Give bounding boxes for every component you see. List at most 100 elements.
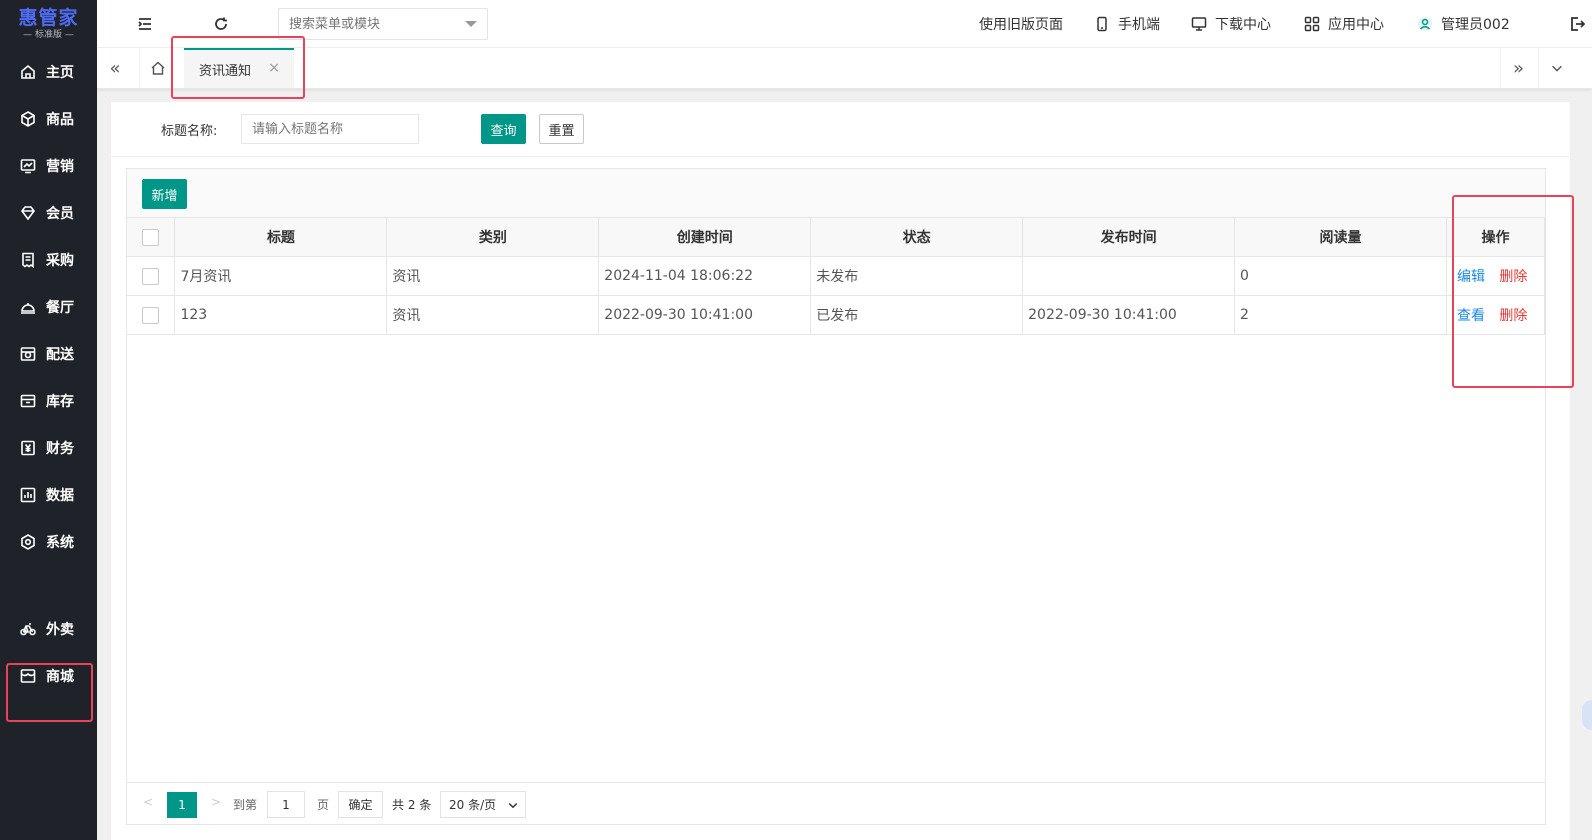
cell-title: 7月资讯 — [174, 256, 388, 296]
tab-news-notice[interactable]: 资讯通知 × — [184, 48, 294, 88]
refresh-icon[interactable] — [211, 14, 231, 34]
delete-link[interactable]: 删除 — [1499, 269, 1527, 285]
filter-bar: 标题名称: 查询 重置 — [111, 102, 1570, 157]
user-avatar-icon — [1418, 17, 1432, 31]
floating-assistant-handle[interactable] — [1582, 700, 1592, 730]
tab-label: 资讯通知 — [199, 63, 252, 79]
column-header: 创建时间 — [598, 217, 812, 257]
tab-scroll-right-button[interactable]: » — [1500, 48, 1536, 88]
box-icon — [21, 111, 35, 127]
add-button[interactable]: 新增 — [142, 179, 187, 209]
reset-button[interactable]: 重置 — [539, 114, 584, 144]
logo-brand: 惠管家 — [18, 7, 79, 29]
settings-icon — [21, 534, 35, 550]
table-row: 7月资讯 资讯 2024-11-04 18:06:22 未发布 0 编辑 删除 — [127, 256, 1546, 296]
sidebar-item-finance[interactable]: 财务 — [0, 428, 97, 468]
sidebar-item-label: 商品 — [46, 112, 74, 128]
mobile-icon — [1097, 16, 1107, 32]
goto-label: 到第 — [233, 798, 258, 812]
archive-icon — [20, 394, 36, 408]
column-header: 标题 — [174, 217, 388, 257]
user-name: 管理员002 — [1441, 17, 1510, 33]
row-select-cell — [127, 256, 176, 296]
cell-title: 123 — [174, 295, 388, 335]
table-row: 123 资讯 2022-09-30 10:41:00 已发布 2022-09-3… — [127, 295, 1546, 335]
bar-chart-icon — [20, 487, 36, 503]
page-1-button[interactable]: 1 — [167, 792, 197, 818]
sidebar-item-delivery[interactable]: 配送 — [0, 334, 97, 374]
mobile-label: 手机端 — [1118, 17, 1160, 33]
sidebar-item-label: 采购 — [46, 253, 74, 269]
cell-created: 2022-09-30 10:41:00 — [598, 295, 812, 335]
table-header-row: 标题 类别 创建时间 状态 发布时间 阅读量 操作 — [127, 217, 1546, 257]
sidebar-item-label: 外卖 — [46, 622, 74, 638]
bike-icon — [20, 623, 36, 636]
sidebar: 惠管家 — 标准版 — 主页 商品 营销 会员 采购 餐厅 配送 库存 财务 数… — [0, 0, 97, 840]
monitor-icon — [1191, 17, 1207, 31]
news-table: 标题 类别 创建时间 状态 发布时间 阅读量 操作 7月资讯 资讯 2024-1… — [127, 217, 1546, 335]
app-center-label: 应用中心 — [1328, 17, 1384, 33]
home-tab[interactable] — [139, 48, 175, 88]
row-checkbox[interactable] — [142, 306, 160, 324]
menu-search-input[interactable] — [279, 9, 459, 39]
user-menu[interactable]: 管理员002 — [1417, 0, 1510, 48]
sidebar-item-takeout[interactable]: 外卖 — [0, 609, 97, 649]
tab-bar: « 资讯通知 × » — [97, 48, 1592, 89]
goto-page-input[interactable]: 1 — [267, 791, 305, 818]
row-select-cell — [127, 295, 176, 335]
total-count: 共 2 条 — [392, 798, 432, 812]
row-checkbox[interactable] — [142, 267, 160, 285]
select-all-checkbox[interactable] — [142, 228, 160, 246]
apps-icon — [1304, 16, 1320, 32]
double-chevron-left-icon: « — [109, 57, 121, 79]
cell-actions: 查看 删除 — [1445, 295, 1546, 335]
sidebar-item-products[interactable]: 商品 — [0, 99, 97, 139]
sidebar-item-restaurant[interactable]: 餐厅 — [0, 287, 97, 327]
app-center-link[interactable]: 应用中心 — [1304, 0, 1384, 48]
select-all-cell — [127, 217, 176, 257]
menu-fold-icon[interactable] — [135, 14, 155, 34]
delete-link[interactable]: 删除 — [1499, 308, 1527, 324]
column-header: 状态 — [810, 217, 1024, 257]
sidebar-item-purchase[interactable]: 采购 — [0, 240, 97, 280]
logout-icon[interactable] — [1567, 14, 1587, 34]
old-page-link[interactable]: 使用旧版页面 — [979, 0, 1063, 48]
sidebar-item-data[interactable]: 数据 — [0, 475, 97, 515]
sidebar-item-mall[interactable]: 商城 — [0, 656, 97, 696]
tab-menu-button[interactable] — [1538, 48, 1574, 88]
next-page-icon[interactable]: > — [211, 795, 221, 809]
tab-scroll-left-button[interactable]: « — [97, 48, 133, 88]
sidebar-item-inventory[interactable]: 库存 — [0, 381, 97, 421]
sidebar-item-marketing[interactable]: 营销 — [0, 146, 97, 186]
prev-page-icon[interactable]: < — [143, 795, 153, 809]
sidebar-item-system[interactable]: 系统 — [0, 522, 97, 562]
delivery-icon — [20, 347, 36, 361]
cell-category: 资讯 — [386, 256, 600, 296]
page-size-select[interactable]: 20 条/页 — [440, 791, 526, 818]
cell-reads: 2 — [1234, 295, 1447, 335]
cell-category: 资讯 — [386, 295, 600, 335]
diamond-icon — [21, 206, 35, 221]
title-filter-input[interactable] — [241, 114, 419, 144]
chevron-down-icon — [1551, 65, 1562, 72]
mobile-link[interactable]: 手机端 — [1094, 0, 1160, 48]
chevron-down-icon[interactable] — [465, 21, 477, 27]
column-header: 操作 — [1445, 217, 1546, 257]
menu-search-select[interactable] — [278, 8, 488, 40]
search-button[interactable]: 查询 — [481, 114, 526, 144]
sidebar-item-label: 配送 — [46, 347, 74, 363]
download-center-link[interactable]: 下载中心 — [1191, 0, 1271, 48]
sidebar-item-home[interactable]: 主页 — [0, 52, 97, 92]
goto-confirm-button[interactable]: 确定 — [338, 791, 383, 818]
cell-reads: 0 — [1234, 256, 1447, 296]
sidebar-item-members[interactable]: 会员 — [0, 193, 97, 233]
cloche-icon — [21, 303, 35, 314]
column-header: 发布时间 — [1022, 217, 1236, 257]
edit-link[interactable]: 编辑 — [1457, 269, 1485, 285]
close-icon[interactable]: × — [268, 60, 280, 76]
cell-status: 已发布 — [810, 295, 1024, 335]
view-link[interactable]: 查看 — [1457, 308, 1485, 324]
logo: 惠管家 — 标准版 — — [0, 0, 97, 48]
data-table-panel: 新增 标题 类别 创建时间 状态 发布时间 阅读量 操作 7月资讯 资讯 202… — [126, 168, 1546, 825]
table-toolbar: 新增 — [127, 169, 1545, 217]
